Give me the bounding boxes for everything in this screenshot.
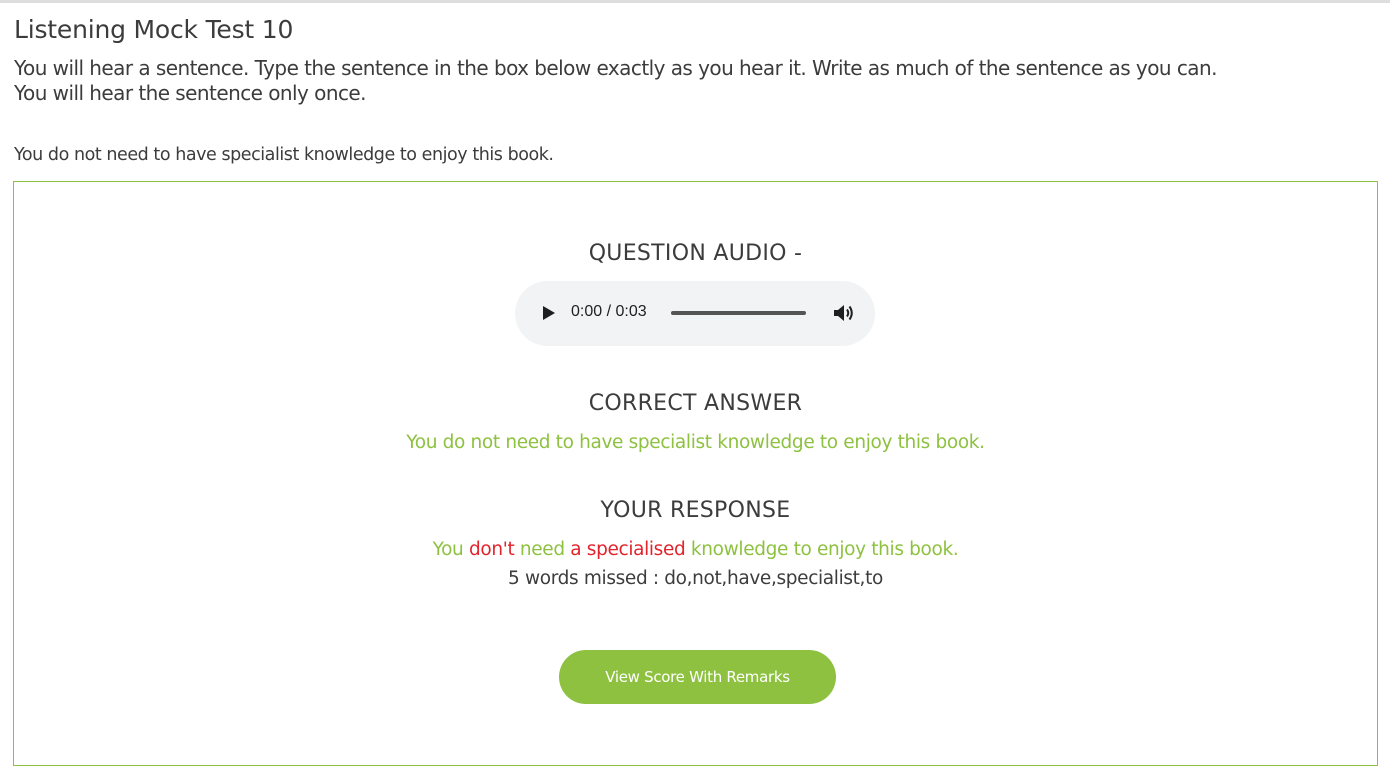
missed-words-summary: 5 words missed : do,not,have,specialist,… <box>508 568 883 589</box>
instruction-line-2: You will hear the sentence only once. <box>14 81 367 105</box>
response-segment-correct: knowledge to enjoy this book. <box>685 539 959 560</box>
response-segment-correct: You <box>432 539 469 560</box>
audio-time-display: 0:00 / 0:03 <box>571 303 647 320</box>
top-divider <box>0 0 1390 3</box>
correct-answer-heading: CORRECT ANSWER <box>588 391 803 416</box>
play-icon[interactable] <box>537 301 561 325</box>
response-segment-correct: need <box>514 539 571 560</box>
response-segment-wrong: don't <box>468 539 515 560</box>
your-response-text: You don't need a specialised knowledge t… <box>14 539 1377 560</box>
instruction-line-1: You will hear a sentence. Type the sente… <box>14 56 1217 80</box>
correct-answer-text: You do not need to have specialist knowl… <box>406 432 985 453</box>
question-sentence: You do not need to have specialist knowl… <box>14 145 554 165</box>
volume-icon[interactable] <box>831 301 857 325</box>
your-response-heading: YOUR RESPONSE <box>600 498 791 523</box>
instructions: You will hear a sentence. Type the sente… <box>14 56 1384 106</box>
result-panel: QUESTION AUDIO - 0:00 / 0:03 CORRECT ANS… <box>13 181 1378 766</box>
view-score-button[interactable]: View Score With Remarks <box>559 650 836 704</box>
response-segment-wrong: a specialised <box>570 539 686 560</box>
page-title: Listening Mock Test 10 <box>14 15 294 44</box>
audio-progress-bar[interactable] <box>671 311 806 315</box>
audio-player[interactable]: 0:00 / 0:03 <box>515 281 875 346</box>
question-audio-heading: QUESTION AUDIO - <box>588 241 803 266</box>
